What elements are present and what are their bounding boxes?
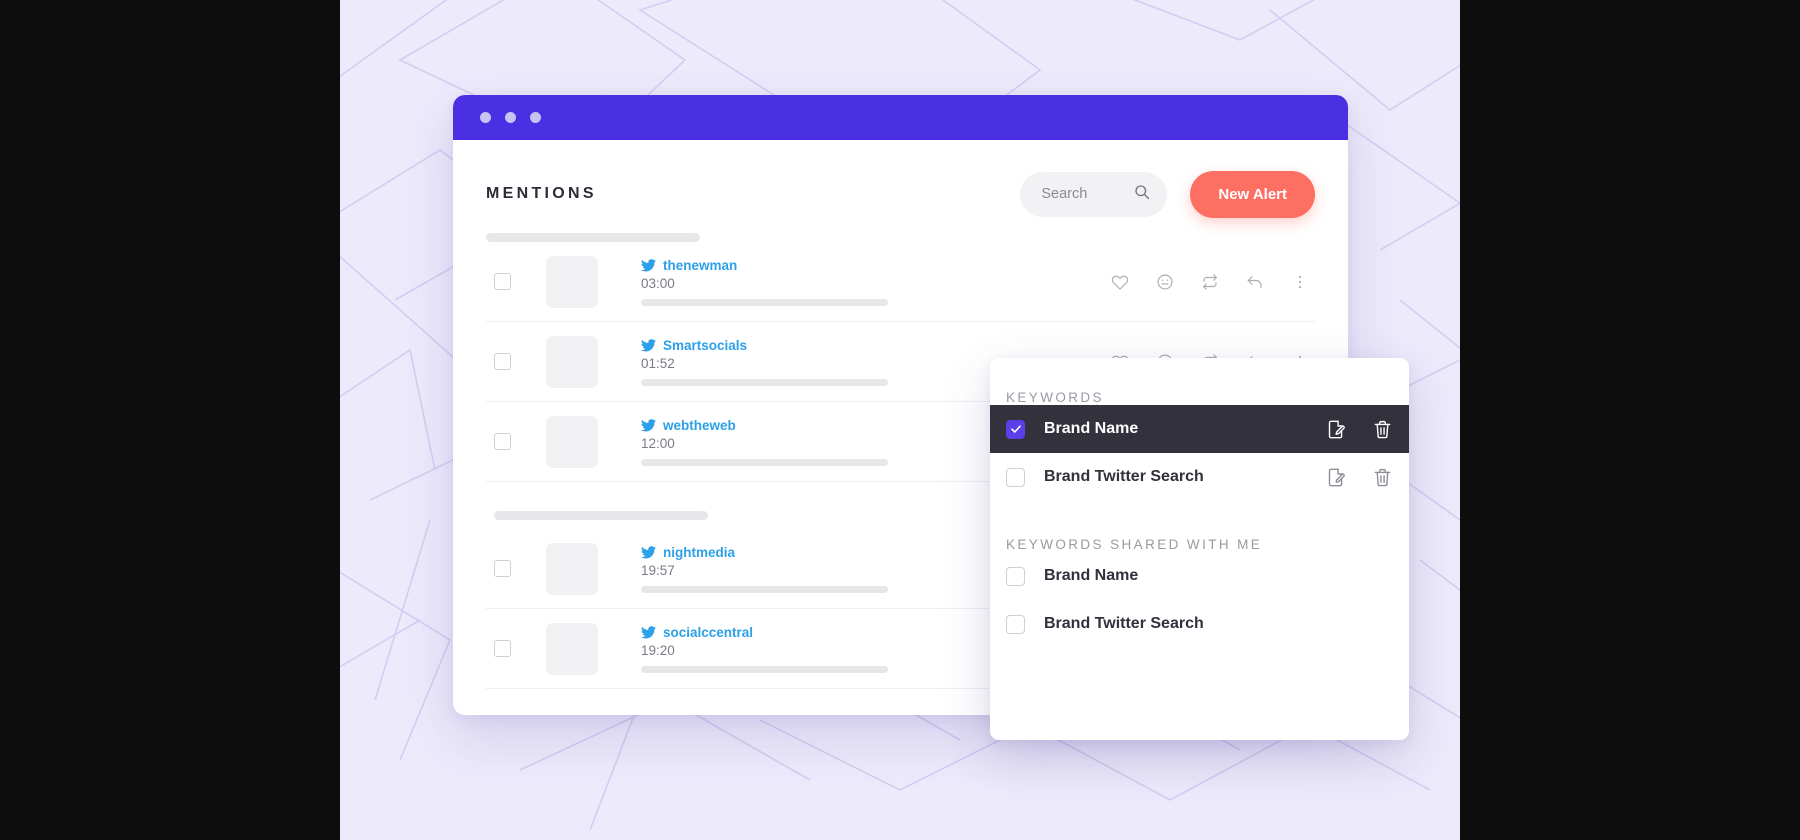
edit-icon[interactable] [1326, 467, 1347, 488]
mention-text-skeleton [641, 585, 888, 593]
search-icon[interactable] [1134, 184, 1150, 205]
avatar [546, 335, 598, 388]
mention-row-checkbox[interactable] [494, 433, 511, 450]
keyword-item[interactable]: Brand Name [990, 405, 1409, 453]
mention-row-actions [1111, 273, 1309, 291]
search-box[interactable] [1020, 171, 1168, 217]
window-titlebar [453, 95, 1348, 140]
edit-icon[interactable] [1326, 419, 1347, 440]
keyword-item[interactable]: Brand Twitter Search [990, 453, 1409, 501]
keyword-checkbox[interactable] [1006, 614, 1025, 634]
window-dot-maximize-icon[interactable] [530, 112, 541, 123]
keyword-label: Brand Name [1044, 567, 1139, 584]
retweet-icon[interactable] [1201, 273, 1219, 291]
keyword-checkbox[interactable] [1006, 566, 1025, 586]
mention-time: 03:00 [641, 275, 675, 291]
mention-handle[interactable]: webtheweb [663, 418, 736, 433]
twitter-icon [641, 418, 656, 432]
keyword-checkbox[interactable] [1006, 419, 1025, 439]
emoji-icon[interactable] [1156, 273, 1174, 291]
twitter-icon [641, 625, 656, 639]
delete-icon[interactable] [1372, 467, 1393, 488]
keyword-checkbox[interactable] [1006, 467, 1025, 487]
heart-icon[interactable] [1111, 273, 1129, 291]
mention-text-skeleton [641, 458, 888, 466]
keyword-label: Brand Twitter Search [1044, 468, 1204, 485]
mention-row[interactable]: thenewman 03:00 [486, 242, 1315, 322]
avatar [546, 255, 598, 308]
title-skeleton-bar [486, 233, 700, 242]
keywords-section-title: KEYWORDS [1006, 390, 1104, 405]
mention-handle[interactable]: thenewman [663, 258, 737, 273]
mention-row-checkbox[interactable] [494, 560, 511, 577]
mention-text-skeleton [641, 378, 888, 386]
keywords-section-title: KEYWORDS SHARED WITH ME [1006, 537, 1263, 552]
mention-row-checkbox[interactable] [494, 640, 511, 657]
section-skeleton-bar [494, 511, 708, 520]
mention-row-content: thenewman 03:00 [641, 258, 1111, 306]
mention-handle[interactable]: Smartsocials [663, 338, 747, 353]
keyword-item[interactable]: Brand Twitter Search [990, 600, 1409, 648]
twitter-icon [641, 338, 656, 352]
avatar [546, 415, 598, 468]
page-header: MENTIONS New Alert [486, 170, 1315, 218]
delete-icon[interactable] [1372, 419, 1393, 440]
mention-handle-line[interactable]: thenewman [641, 258, 1111, 273]
new-alert-button[interactable]: New Alert [1190, 170, 1315, 218]
keyword-item[interactable]: Brand Name [990, 552, 1409, 600]
keywords-popover: KEYWORDS Brand Name Brand Twitter Search… [990, 358, 1409, 740]
page-title: MENTIONS [486, 185, 597, 202]
reply-icon[interactable] [1246, 273, 1264, 291]
mention-text-skeleton [641, 298, 888, 306]
keyword-label: Brand Twitter Search [1044, 615, 1204, 632]
screenshot-stage: MENTIONS New Alert [0, 0, 1800, 840]
app-viewport: MENTIONS New Alert [340, 0, 1460, 840]
search-input[interactable] [1041, 186, 1132, 202]
keyword-actions [1326, 419, 1393, 440]
mention-handle[interactable]: socialccentral [663, 625, 753, 640]
avatar [546, 622, 598, 675]
keyword-label: Brand Name [1044, 420, 1139, 437]
mention-handle-line[interactable]: Smartsocials [641, 338, 1111, 353]
mention-handle[interactable]: nightmedia [663, 545, 735, 560]
mention-row-checkbox[interactable] [494, 353, 511, 370]
avatar [546, 542, 598, 595]
window-dot-minimize-icon[interactable] [505, 112, 516, 123]
window-dot-close-icon[interactable] [480, 112, 491, 123]
mention-row-checkbox[interactable] [494, 273, 511, 290]
mention-text-skeleton [641, 665, 888, 673]
header-actions: New Alert [1020, 170, 1315, 218]
twitter-icon [641, 545, 656, 559]
more-options-icon[interactable] [1291, 273, 1309, 291]
twitter-icon [641, 258, 656, 272]
keyword-actions [1326, 467, 1393, 488]
